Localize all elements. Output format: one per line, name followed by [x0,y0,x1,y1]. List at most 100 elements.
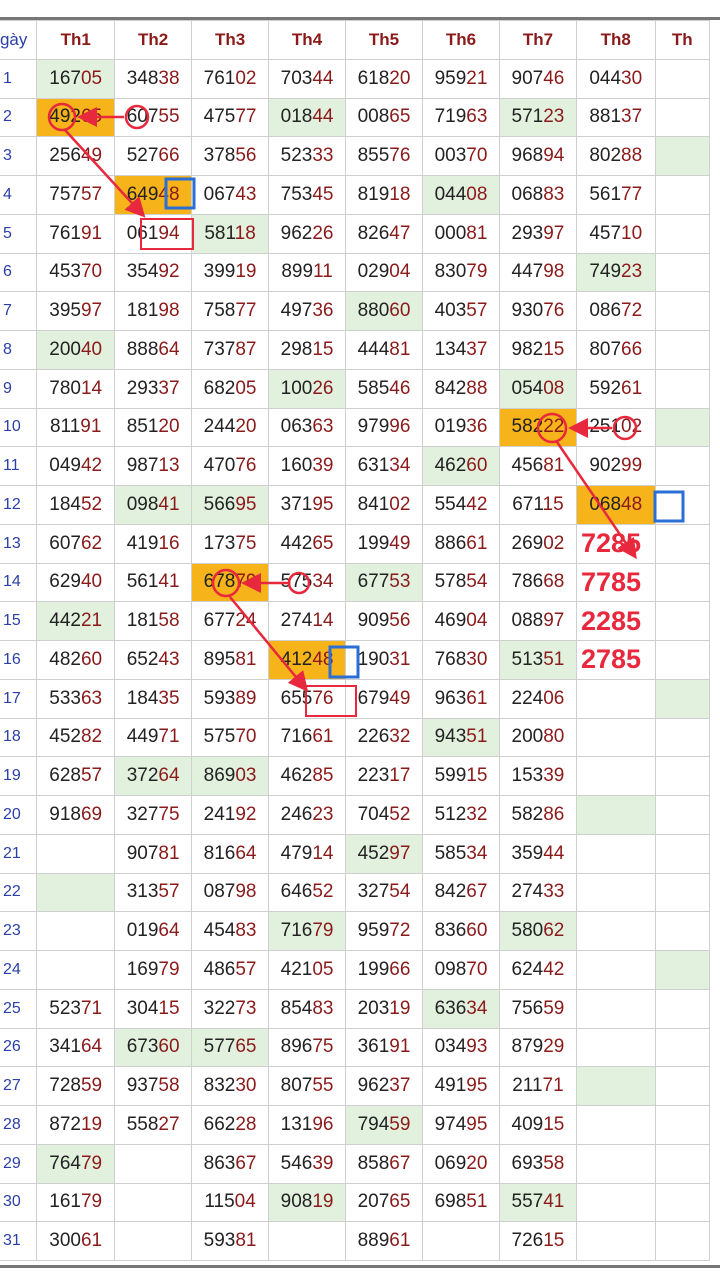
result-cell: 16039 [268,446,347,486]
month-header: Th1 [36,20,116,60]
result-cell: 45483 [191,911,270,951]
number-head: 728 [49,1075,81,1097]
number-head: 098 [126,493,159,515]
result-cell [575,950,656,990]
result-cell [575,756,656,796]
number-tail: 02 [543,532,565,554]
result-cell: 75877 [191,291,270,331]
number-tail: 22 [543,416,565,438]
number-head: 207 [357,1191,390,1213]
number-tail: 41 [158,493,180,515]
result-cell [575,795,656,835]
result-cell: 10026 [268,368,347,409]
number-head: 909 [357,610,390,632]
result-cell [654,330,711,370]
result-cell: 88060 [345,291,423,331]
number-tail: 27 [158,1113,180,1135]
number-tail: 02 [621,416,643,438]
result-cell: 76830 [422,640,500,680]
result-cell: 37856 [191,136,270,176]
result-cell: 81664 [191,833,270,874]
number-tail: 60 [80,648,103,670]
result-cell: 75659 [498,988,577,1029]
number-head: 962 [280,222,313,244]
number-head: 327 [126,803,159,825]
result-cell: 08672 [575,291,656,331]
result-cell: 67724 [191,601,270,641]
number-head: 930 [511,300,544,322]
number-tail: 61 [621,377,643,399]
number-tail: 92 [158,261,180,283]
number-tail: 67 [235,1152,257,1174]
result-cell: 29337 [114,368,193,409]
result-cell [654,58,711,99]
result-cell: 20765 [345,1182,423,1223]
result-cell [654,1182,711,1223]
number-tail: 08 [466,183,488,205]
number-head: 907 [511,67,544,89]
number-tail: 71 [542,1075,564,1097]
number-head: 561 [589,183,622,205]
number-tail: 44 [543,842,565,864]
result-cell: 29815 [268,330,347,370]
number-head: 842 [434,377,467,399]
result-cell: 59261 [575,368,656,409]
number-head: 963 [434,687,467,709]
result-cell [654,601,711,641]
result-cell: 83079 [422,252,500,293]
result-cell: 32273 [191,988,270,1029]
result-cell: 39919 [191,252,270,293]
result-cell [654,756,711,796]
number-tail: 49 [80,145,103,167]
result-cell: 06883 [498,175,577,215]
result-cell: 18198 [114,291,193,331]
number-head: 646 [280,881,313,903]
day-number: 9 [0,368,38,409]
number-head: 982 [511,338,544,360]
day-column-header: gày [0,20,38,60]
result-cell: 85867 [345,1143,423,1184]
day-number: 19 [0,756,38,796]
number-tail: 87 [235,338,257,360]
result-cell: 81918 [345,175,423,215]
result-cell: 25102 [575,407,656,448]
result-cell: 85483 [268,988,347,1029]
result-cell [114,1221,193,1261]
number-head: 527 [126,145,159,167]
result-cell: 06363 [268,407,347,448]
number-head: 246 [280,803,313,825]
result-cell: 01964 [114,911,193,951]
result-cell: 57534 [268,562,347,603]
number-tail: 19 [235,261,257,283]
table-row: 17 53363 18435 59389 65576 67949 96361 22406 [0,678,711,719]
number-tail: 38 [158,67,180,89]
day-number: 13 [0,523,38,564]
result-cell: 88137 [575,97,656,138]
number-head: 880 [357,300,390,322]
number-head: 341 [49,1036,81,1058]
table-row: 1 16705 34838 76102 70344 61820 95921 90746 0443… [0,58,711,99]
result-cell: 74923 [575,252,656,293]
number-tail: 11 [313,261,333,283]
number-tail: 19 [389,997,411,1019]
number-head: 693 [511,1152,544,1174]
number-head: 881 [589,106,622,128]
number-head: 444 [357,338,390,360]
day-number: 6 [0,252,38,293]
number-head: 858 [357,1152,390,1174]
number-tail: 81 [235,1230,257,1252]
number-head: 409 [511,1113,544,1135]
result-cell: 82647 [345,213,423,254]
number-tail: 04 [389,261,411,283]
result-cell: 75757 [36,175,116,215]
number-head: 581 [204,222,235,244]
number-tail: 97 [389,842,411,864]
number-head: 678 [203,571,236,593]
result-cell: 34838 [114,58,193,99]
month-header: Th6 [422,20,500,60]
number-tail: 68 [543,571,565,593]
day-number: 20 [0,795,38,835]
result-cell: 96894 [498,136,577,176]
number-head: 872 [49,1113,81,1135]
number-head: 593 [203,1230,236,1252]
